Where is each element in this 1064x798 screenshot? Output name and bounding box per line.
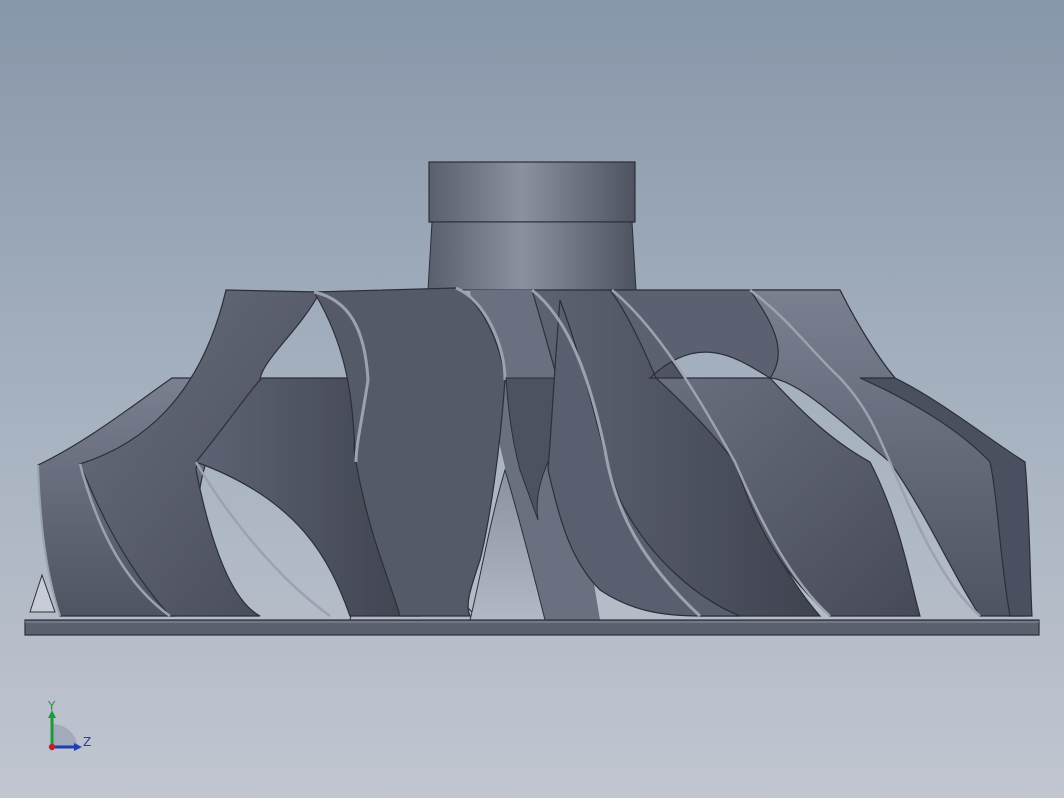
impeller-model[interactable] <box>0 0 1064 798</box>
orientation-triad[interactable]: Y Z <box>40 698 100 758</box>
graphics-viewport[interactable]: Y Z <box>0 0 1064 798</box>
triad-z-arrow <box>74 743 82 751</box>
triad-origin <box>48 743 56 751</box>
triad-y-label: Y <box>47 699 56 713</box>
triad-z-label: Z <box>83 735 91 749</box>
